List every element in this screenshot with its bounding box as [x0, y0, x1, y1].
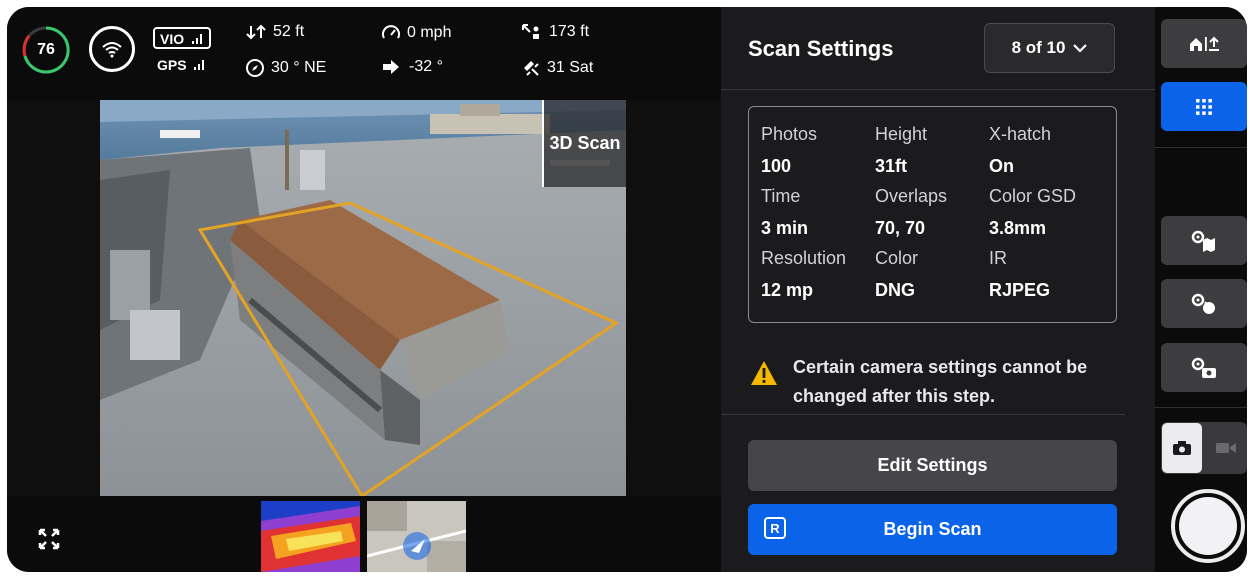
- return-home-button[interactable]: [1161, 19, 1247, 68]
- camera-settings-button[interactable]: [1161, 343, 1247, 392]
- settings-drone-icon: [1191, 293, 1215, 314]
- edit-settings-button[interactable]: Edit Settings: [748, 440, 1117, 491]
- grid-icon: [1196, 98, 1212, 115]
- stat-value: DNG: [875, 280, 915, 300]
- stat-value: 31ft: [875, 156, 908, 176]
- shutter-inner: [1179, 497, 1237, 555]
- settings-camera-icon: [1191, 357, 1216, 378]
- stat-label: Resolution: [761, 248, 847, 268]
- vio-status: VIO: [153, 27, 212, 49]
- vertical-readout: -32 °: [381, 58, 443, 76]
- gps-signal-icon: [194, 60, 205, 70]
- speed-value: 0 mph: [407, 24, 452, 41]
- chevron-down-icon: [1073, 43, 1088, 53]
- video-mode-button[interactable]: [1205, 423, 1246, 473]
- scan-mode-overlay: 3D Scan: [542, 100, 626, 187]
- vio-signal-icon: [192, 34, 203, 44]
- stat-value: On: [989, 156, 1014, 176]
- stat-label: Height: [875, 124, 928, 144]
- speedometer-icon: [382, 25, 400, 39]
- gps-status: GPS: [157, 57, 206, 73]
- stat-label: Overlaps: [875, 186, 948, 206]
- distance-value: 173 ft: [549, 23, 590, 40]
- rail-divider: [1155, 147, 1247, 148]
- camera-letterbox-left: [7, 100, 100, 496]
- altitude-value: 52 ft: [273, 23, 305, 40]
- stat-value: 3 min: [761, 218, 809, 238]
- distance-icon: [522, 24, 539, 39]
- rail-divider: [1155, 407, 1247, 408]
- map-view-thumbnail[interactable]: [367, 501, 466, 572]
- gimbal-pitch-icon: [383, 60, 399, 74]
- shutter-button[interactable]: [1171, 489, 1245, 563]
- distance-readout: 173 ft: [521, 23, 589, 41]
- photo-mode-button[interactable]: [1162, 423, 1202, 473]
- altitude-readout: 52 ft: [245, 23, 304, 41]
- video-mode-icon: [1215, 443, 1236, 453]
- compass-icon: [246, 59, 264, 77]
- stat-value: 3.8mm: [989, 218, 1047, 238]
- map-settings-button[interactable]: [1161, 216, 1247, 265]
- begin-scan-button[interactable]: R Begin Scan: [748, 504, 1117, 555]
- expand-icon[interactable]: [37, 527, 61, 551]
- bottom-bar: [7, 496, 721, 572]
- panel-title: Scan Settings: [748, 36, 894, 61]
- satellite-readout: 31 Sat: [521, 58, 593, 78]
- photo-mode-icon: [1173, 441, 1191, 455]
- battery-level: 76: [37, 41, 55, 58]
- stat-label: Color: [875, 248, 919, 268]
- altitude-icon: [246, 24, 266, 40]
- heading-value: 30 ° NE: [271, 59, 327, 76]
- camera-letterbox-right: [626, 100, 721, 496]
- stat-label: Color GSD: [989, 186, 1077, 206]
- stat-label: Time: [761, 186, 801, 206]
- right-control-rail: [1155, 7, 1247, 572]
- scan-settings-panel: Scan Settings 8 of 10 Photos 100 Height …: [721, 7, 1155, 572]
- stat-value: 70, 70: [875, 218, 926, 238]
- scan-stats-box: Photos 100 Height 31ft X-hatch On Time 3…: [748, 106, 1117, 323]
- stat-value: 100: [761, 156, 792, 176]
- drone-app-frame: 76 VIO GPS 52 ft 30 ° NE 0 mph -32 ° 173…: [7, 7, 1247, 572]
- stat-value: 12 mp: [761, 280, 814, 300]
- stat-label: IR: [989, 248, 1007, 268]
- warning-message: Certain camera settings cannot be change…: [793, 357, 1088, 406]
- vio-label: VIO: [160, 31, 185, 47]
- drone-settings-button[interactable]: [1161, 279, 1247, 328]
- speed-readout: 0 mph: [381, 23, 451, 43]
- step-label: 8 of 10: [1011, 38, 1066, 57]
- satellite-value: 31 Sat: [547, 59, 594, 76]
- settings-map-icon: [1191, 230, 1215, 252]
- step-selector[interactable]: 8 of 10: [984, 23, 1115, 73]
- panel-divider: [721, 89, 1155, 90]
- satellite-icon: [524, 61, 539, 76]
- begin-scan-label: Begin Scan: [883, 519, 982, 539]
- edit-settings-label: Edit Settings: [877, 455, 988, 475]
- grid-view-button[interactable]: [1161, 82, 1247, 131]
- stat-label: Photos: [761, 124, 818, 144]
- gps-label: GPS: [157, 57, 187, 73]
- stat-label: X-hatch: [989, 124, 1052, 144]
- telemetry-bar: 76 VIO GPS 52 ft 30 ° NE 0 mph -32 ° 173…: [7, 7, 721, 100]
- home-return-icon: [1190, 36, 1219, 51]
- stat-value: RJPEG: [989, 280, 1051, 300]
- vertical-value: -32 °: [409, 58, 443, 75]
- capture-mode-toggle: [1161, 422, 1247, 474]
- panel-divider: [721, 414, 1125, 415]
- warning-icon: [751, 361, 777, 385]
- heading-readout: 30 ° NE: [245, 58, 326, 78]
- thermal-view-thumbnail[interactable]: [261, 501, 360, 572]
- r-key-badge: R: [764, 517, 786, 539]
- wifi-signal-icon: [89, 26, 135, 72]
